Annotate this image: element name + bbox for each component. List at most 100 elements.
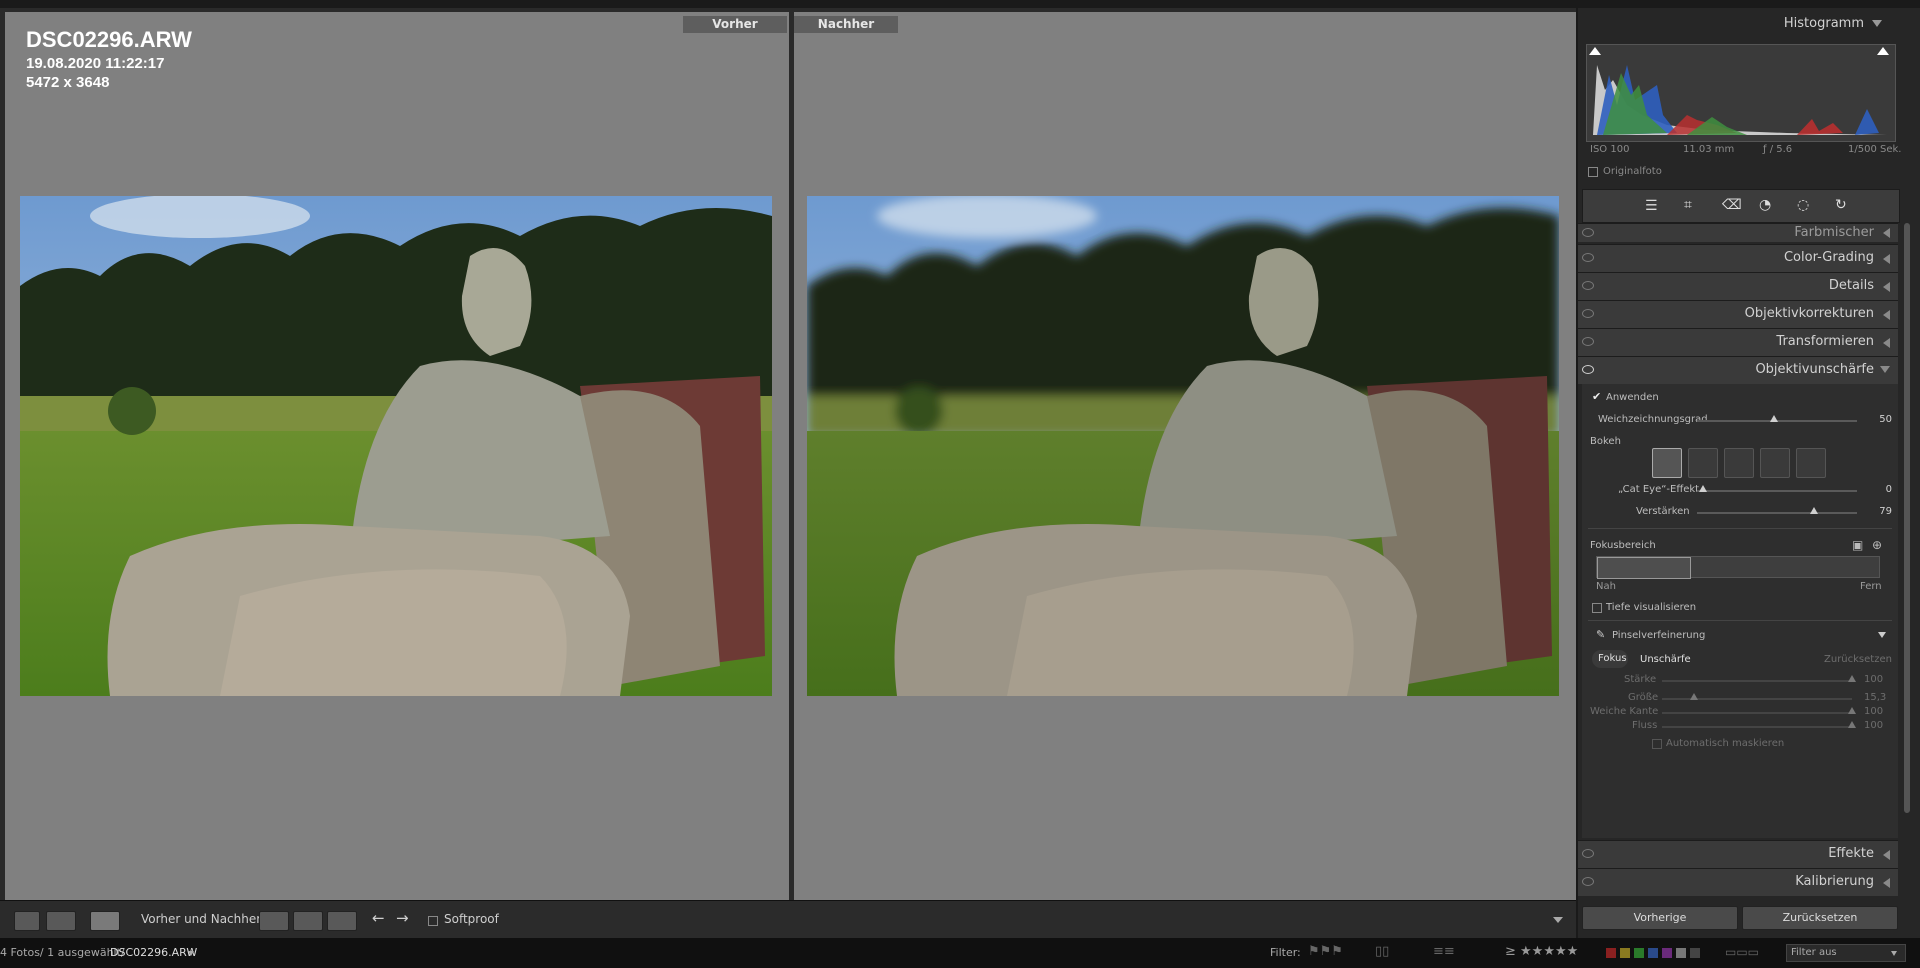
green-label-filter[interactable] xyxy=(1634,948,1644,958)
strength-label: Stärke xyxy=(1624,674,1657,685)
panel-scrollbar[interactable] xyxy=(1904,223,1910,813)
visibility-eye-icon[interactable] xyxy=(1582,281,1594,290)
visibility-eye-icon[interactable] xyxy=(1582,849,1594,858)
focus-range-selection[interactable] xyxy=(1597,557,1691,579)
expand-triangle-icon[interactable] xyxy=(1883,338,1890,348)
cat-eye-slider[interactable] xyxy=(1697,490,1857,492)
size-value: 15,3 xyxy=(1864,692,1887,703)
expand-triangle-icon[interactable] xyxy=(1883,850,1890,860)
no-label-filter[interactable] xyxy=(1676,948,1686,958)
expand-triangle-icon[interactable] xyxy=(1883,228,1890,238)
section-transform[interactable]: Transformieren xyxy=(1578,328,1898,356)
after-photo[interactable] xyxy=(807,196,1559,696)
section-title: Kalibrierung xyxy=(1795,874,1874,889)
size-knob[interactable] xyxy=(1690,693,1698,700)
bokeh-blade-button[interactable] xyxy=(1724,448,1754,478)
filter-preset-select[interactable]: Filter aus xyxy=(1786,944,1906,962)
crop-icon[interactable]: ⌗ xyxy=(1684,197,1692,213)
visualize-depth-checkbox[interactable] xyxy=(1592,603,1602,613)
focus-range-bar[interactable] xyxy=(1596,556,1880,579)
point-focus-icon[interactable]: ⊕ xyxy=(1872,538,1882,552)
red-label-filter[interactable] xyxy=(1606,948,1616,958)
collapse-triangle-icon[interactable] xyxy=(1880,366,1890,373)
divider xyxy=(1588,620,1892,621)
swap-before-after-button[interactable] xyxy=(327,911,357,931)
softproof-checkbox[interactable] xyxy=(428,916,438,926)
compare-view-button[interactable] xyxy=(46,911,76,931)
visibility-eye-icon[interactable] xyxy=(1582,253,1594,262)
boost-knob[interactable] xyxy=(1810,507,1818,514)
copy-status-filter-icon[interactable]: ▯▯ xyxy=(1375,944,1389,959)
red-eye-icon[interactable]: ◔ xyxy=(1759,197,1771,213)
apply-label: Anwenden xyxy=(1606,392,1659,403)
blue-label-filter[interactable] xyxy=(1648,948,1658,958)
section-farbmischer[interactable]: Farbmischer xyxy=(1578,223,1898,242)
section-details[interactable]: Details xyxy=(1578,272,1898,300)
previous-arrow-icon[interactable]: ← xyxy=(372,909,385,927)
bokeh-circle-button[interactable] xyxy=(1652,448,1682,478)
section-calibration[interactable]: Kalibrierung xyxy=(1578,868,1898,896)
bokeh-cateye-button[interactable] xyxy=(1796,448,1826,478)
reset-brush-button[interactable]: Zurücksetzen xyxy=(1824,654,1892,665)
flow-knob[interactable] xyxy=(1848,721,1856,728)
original-photo-checkbox[interactable] xyxy=(1588,167,1598,177)
expand-triangle-icon[interactable] xyxy=(1883,310,1890,320)
flag-filter-icon[interactable]: ⚑⚑⚑ xyxy=(1308,944,1343,959)
visibility-eye-icon[interactable] xyxy=(1582,877,1594,886)
file-dropdown-chevron-icon[interactable] xyxy=(188,951,194,956)
purple-label-filter[interactable] xyxy=(1662,948,1672,958)
collapse-triangle-icon[interactable] xyxy=(1872,20,1882,27)
visibility-eye-icon[interactable] xyxy=(1582,365,1594,374)
section-effects[interactable]: Effekte xyxy=(1578,840,1898,868)
previous-settings-button[interactable]: Vorherige xyxy=(1582,906,1738,930)
expand-triangle-icon[interactable] xyxy=(1883,254,1890,264)
visibility-eye-icon[interactable] xyxy=(1582,228,1594,237)
feather-slider[interactable] xyxy=(1662,712,1852,714)
bokeh-bubble-button[interactable] xyxy=(1688,448,1718,478)
kind-filter-icon[interactable]: ▭▭▭ xyxy=(1725,945,1759,959)
near-label: Nah xyxy=(1596,581,1616,592)
copy-before-to-after-button[interactable] xyxy=(259,911,289,931)
section-lens-corrections[interactable]: Objektivkorrekturen xyxy=(1578,300,1898,328)
strength-slider[interactable] xyxy=(1662,680,1852,682)
current-file-name[interactable]: DSC02296.ARW xyxy=(110,946,197,959)
feather-knob[interactable] xyxy=(1848,707,1856,714)
boost-slider[interactable] xyxy=(1697,512,1857,514)
strength-knob[interactable] xyxy=(1848,675,1856,682)
blur-brush-tab[interactable]: Unschärfe xyxy=(1640,654,1691,665)
next-arrow-icon[interactable]: → xyxy=(396,909,409,927)
copy-after-to-before-button[interactable] xyxy=(293,911,323,931)
previous-button-label: Vorherige xyxy=(1633,911,1687,924)
edit-filter-icon[interactable]: ≡≡ xyxy=(1433,944,1455,959)
masking-icon[interactable]: ◌ xyxy=(1797,197,1809,213)
auto-mask-checkbox[interactable] xyxy=(1652,739,1662,749)
section-title: Objektivunschärfe xyxy=(1755,362,1874,377)
section-lens-blur[interactable]: Objektivunschärfe xyxy=(1578,356,1898,384)
expand-triangle-icon[interactable] xyxy=(1883,282,1890,292)
section-color-grading[interactable]: Color-Grading xyxy=(1578,244,1898,272)
loupe-view-button[interactable] xyxy=(14,911,40,931)
custom-label-filter[interactable] xyxy=(1690,948,1700,958)
subject-focus-icon[interactable]: ▣ xyxy=(1852,538,1863,552)
toolbar-menu-chevron-icon[interactable] xyxy=(1553,917,1563,923)
presets-cycle-icon[interactable]: ↻ xyxy=(1835,197,1847,213)
histogram[interactable] xyxy=(1586,44,1896,142)
visibility-eye-icon[interactable] xyxy=(1582,337,1594,346)
cat-eye-knob[interactable] xyxy=(1699,485,1707,492)
expand-triangle-icon[interactable] xyxy=(1883,878,1890,888)
histogram-header[interactable]: Histogramm xyxy=(1578,8,1898,38)
yellow-label-filter[interactable] xyxy=(1620,948,1630,958)
focus-brush-tab[interactable]: Fokus xyxy=(1592,650,1628,668)
blur-amount-knob[interactable] xyxy=(1770,415,1778,422)
rating-filter-stars-icon[interactable]: ≥ ★★★★★ xyxy=(1505,944,1578,959)
flow-slider[interactable] xyxy=(1662,726,1852,728)
before-after-view-button[interactable] xyxy=(90,911,120,931)
reset-settings-button[interactable]: Zurücksetzen xyxy=(1742,906,1898,930)
healing-eraser-icon[interactable]: ⌫ xyxy=(1722,197,1742,213)
edit-sliders-icon[interactable]: ☰ xyxy=(1645,198,1658,214)
apply-checkmark-icon[interactable]: ✔ xyxy=(1592,390,1601,403)
bokeh-ring-button[interactable] xyxy=(1760,448,1790,478)
visibility-eye-icon[interactable] xyxy=(1582,309,1594,318)
before-photo[interactable] xyxy=(20,196,772,696)
collapse-triangle-icon[interactable] xyxy=(1878,632,1886,638)
